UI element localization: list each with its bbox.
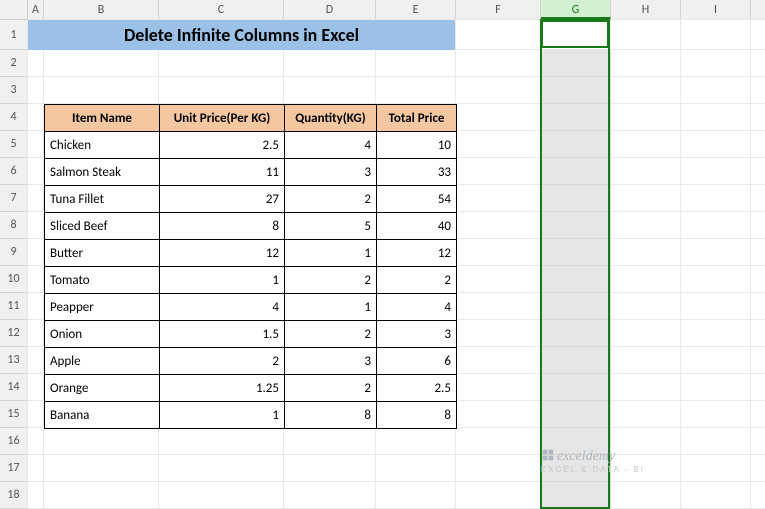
row-header-7[interactable]: 7 (0, 185, 27, 212)
cell[interactable]: 8 (160, 213, 285, 240)
cell[interactable]: 2.5 (160, 132, 285, 159)
table-row: Tomato122 (45, 267, 457, 294)
column-header-i[interactable]: I (681, 0, 751, 19)
cell[interactable]: 40 (377, 213, 457, 240)
cell[interactable]: 1 (285, 294, 377, 321)
column-header-f[interactable]: F (456, 0, 541, 19)
cell[interactable]: 2 (285, 186, 377, 213)
row-header-6[interactable]: 6 (0, 158, 27, 185)
cell[interactable]: Salmon Steak (45, 159, 160, 186)
cell[interactable]: Onion (45, 321, 160, 348)
cell[interactable]: 33 (377, 159, 457, 186)
cell[interactable]: Tuna Fillet (45, 186, 160, 213)
cell[interactable]: 8 (377, 402, 457, 429)
cell[interactable]: 2 (285, 321, 377, 348)
cell[interactable]: Banana (45, 402, 160, 429)
row-header-18[interactable]: 18 (0, 482, 27, 509)
row-header-8[interactable]: 8 (0, 212, 27, 239)
select-all-corner[interactable] (0, 0, 28, 20)
row-header-5[interactable]: 5 (0, 131, 27, 158)
column-selection-highlight (541, 50, 611, 509)
cell[interactable]: Sliced Beef (45, 213, 160, 240)
column-header-a[interactable]: A (28, 0, 44, 19)
cell[interactable]: 4 (160, 294, 285, 321)
cell[interactable]: 3 (285, 159, 377, 186)
row-header-2[interactable]: 2 (0, 50, 27, 77)
cell[interactable]: 10 (377, 132, 457, 159)
cell[interactable]: 12 (377, 240, 457, 267)
cell[interactable]: 11 (160, 159, 285, 186)
column-header-e[interactable]: E (376, 0, 456, 19)
column-header-b[interactable]: B (44, 0, 159, 19)
cell[interactable]: 12 (160, 240, 285, 267)
data-table: Item NameUnit Price(Per KG)Quantity(KG)T… (44, 104, 457, 429)
cell[interactable]: Apple (45, 348, 160, 375)
column-header-g[interactable]: G (541, 0, 611, 19)
table-row: Onion1.523 (45, 321, 457, 348)
cell[interactable]: 27 (160, 186, 285, 213)
cell[interactable]: 1 (160, 267, 285, 294)
header-cell[interactable]: Unit Price(Per KG) (160, 105, 285, 132)
table-row: Chicken2.5410 (45, 132, 457, 159)
watermark-logo: exceldemy EXCEL & DATA - BI (541, 448, 645, 474)
cell[interactable]: 3 (285, 348, 377, 375)
header-cell[interactable]: Item Name (45, 105, 160, 132)
row-header-11[interactable]: 11 (0, 293, 27, 320)
cell[interactable]: 3 (377, 321, 457, 348)
active-cell[interactable] (541, 20, 609, 48)
cell[interactable]: Peapper (45, 294, 160, 321)
row-header-12[interactable]: 12 (0, 320, 27, 347)
table-row: Apple236 (45, 348, 457, 375)
cell[interactable]: 1.25 (160, 375, 285, 402)
table-row: Peapper414 (45, 294, 457, 321)
cell[interactable]: 4 (285, 132, 377, 159)
row-header-14[interactable]: 14 (0, 374, 27, 401)
column-headers: ABCDEFGHI (28, 0, 765, 20)
row-header-10[interactable]: 10 (0, 266, 27, 293)
cell[interactable]: Chicken (45, 132, 160, 159)
cell[interactable]: 2.5 (377, 375, 457, 402)
cell[interactable]: 6 (377, 348, 457, 375)
cell[interactable]: 2 (285, 267, 377, 294)
header-cell[interactable]: Quantity(KG) (285, 105, 377, 132)
cell[interactable]: 54 (377, 186, 457, 213)
column-header-c[interactable]: C (159, 0, 284, 19)
row-header-15[interactable]: 15 (0, 401, 27, 428)
row-header-3[interactable]: 3 (0, 77, 27, 104)
header-cell[interactable]: Total Price (377, 105, 457, 132)
table-row: Orange1.2522.5 (45, 375, 457, 402)
worksheet-grid[interactable]: Delete Infinite Columns in Excel Item Na… (28, 20, 765, 509)
row-header-1[interactable]: 1 (0, 20, 27, 50)
watermark-brand: exceldemy (557, 449, 615, 464)
cell[interactable]: 1 (285, 240, 377, 267)
cell[interactable]: 1 (160, 402, 285, 429)
cell[interactable]: Butter (45, 240, 160, 267)
cell[interactable]: 2 (377, 267, 457, 294)
cell[interactable]: 4 (377, 294, 457, 321)
watermark-tag: EXCEL & DATA - BI (541, 465, 645, 474)
column-header-h[interactable]: H (611, 0, 681, 19)
row-header-17[interactable]: 17 (0, 455, 27, 482)
cell[interactable]: 2 (285, 375, 377, 402)
cell[interactable]: 5 (285, 213, 377, 240)
cell[interactable]: Tomato (45, 267, 160, 294)
table-row: Sliced Beef8540 (45, 213, 457, 240)
cell[interactable]: 1.5 (160, 321, 285, 348)
title-merged-cell[interactable]: Delete Infinite Columns in Excel (28, 20, 455, 50)
table-row: Salmon Steak11333 (45, 159, 457, 186)
row-header-16[interactable]: 16 (0, 428, 27, 455)
cell[interactable]: Orange (45, 375, 160, 402)
column-header-d[interactable]: D (284, 0, 376, 19)
cell[interactable]: 8 (285, 402, 377, 429)
table-row: Butter12112 (45, 240, 457, 267)
row-header-9[interactable]: 9 (0, 239, 27, 266)
cell[interactable]: 2 (160, 348, 285, 375)
row-header-4[interactable]: 4 (0, 104, 27, 131)
row-header-13[interactable]: 13 (0, 347, 27, 374)
row-headers: 123456789101112131415161718 (0, 20, 28, 509)
table-row: Banana188 (45, 402, 457, 429)
table-row: Tuna Fillet27254 (45, 186, 457, 213)
